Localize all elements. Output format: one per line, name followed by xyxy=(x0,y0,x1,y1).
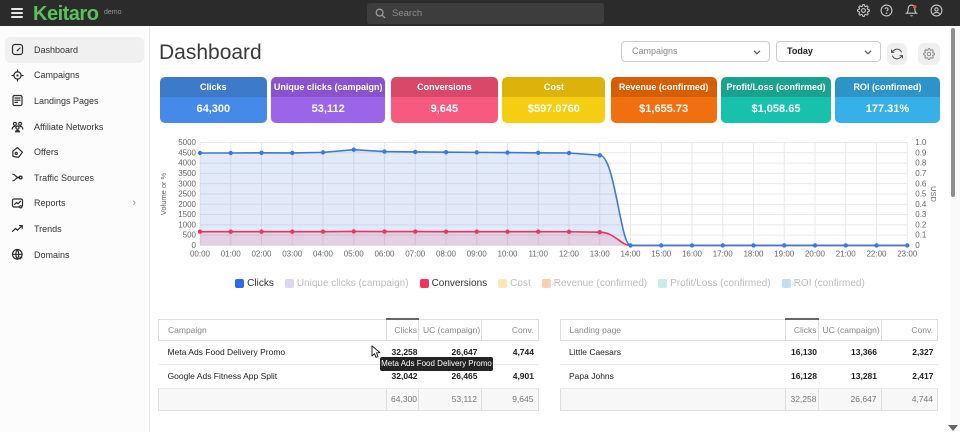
svg-text:03:00: 03:00 xyxy=(282,249,303,258)
svg-text:5000: 5000 xyxy=(178,138,196,147)
svg-text:2500: 2500 xyxy=(178,190,196,199)
svg-text:17:00: 17:00 xyxy=(713,249,734,258)
svg-text:22:00: 22:00 xyxy=(866,249,887,258)
svg-text:12:00: 12:00 xyxy=(559,249,580,258)
svg-text:13:00: 13:00 xyxy=(590,249,611,258)
svg-text:23:00: 23:00 xyxy=(897,249,918,258)
svg-text:USD: USD xyxy=(929,186,938,202)
svg-text:14:00: 14:00 xyxy=(620,249,641,258)
svg-text:11:00: 11:00 xyxy=(529,249,549,258)
svg-text:Volume or %: Volume or % xyxy=(159,172,168,215)
svg-text:01:00: 01:00 xyxy=(221,249,242,258)
svg-text:4500: 4500 xyxy=(178,148,196,157)
svg-text:00:00: 00:00 xyxy=(190,249,211,258)
svg-text:0.1: 0.1 xyxy=(915,231,927,240)
svg-text:07:00: 07:00 xyxy=(405,249,426,258)
svg-text:04:00: 04:00 xyxy=(313,249,334,258)
svg-text:20:00: 20:00 xyxy=(805,249,826,258)
svg-text:0.6: 0.6 xyxy=(915,179,927,188)
svg-text:0.9: 0.9 xyxy=(915,148,927,157)
svg-text:1500: 1500 xyxy=(178,210,196,219)
svg-text:21:00: 21:00 xyxy=(836,249,857,258)
svg-text:02:00: 02:00 xyxy=(251,249,272,258)
svg-text:3000: 3000 xyxy=(178,179,196,188)
svg-text:08:00: 08:00 xyxy=(436,249,457,258)
svg-text:10:00: 10:00 xyxy=(497,249,518,258)
svg-text:500: 500 xyxy=(183,231,197,240)
svg-text:0.5: 0.5 xyxy=(915,190,927,199)
svg-text:05:00: 05:00 xyxy=(344,249,365,258)
svg-text:18:00: 18:00 xyxy=(743,249,764,258)
svg-text:0.3: 0.3 xyxy=(915,210,927,219)
svg-text:1.0: 1.0 xyxy=(915,138,927,147)
svg-text:0.8: 0.8 xyxy=(915,159,927,168)
svg-text:06:00: 06:00 xyxy=(374,249,395,258)
svg-text:2000: 2000 xyxy=(178,200,196,209)
svg-text:3500: 3500 xyxy=(178,169,196,178)
svg-text:0.2: 0.2 xyxy=(915,220,927,229)
svg-text:15:00: 15:00 xyxy=(651,249,672,258)
svg-text:0.7: 0.7 xyxy=(915,169,927,178)
svg-text:16:00: 16:00 xyxy=(682,249,703,258)
svg-text:4000: 4000 xyxy=(178,159,196,168)
svg-text:09:00: 09:00 xyxy=(467,249,488,258)
svg-text:0.4: 0.4 xyxy=(915,200,927,209)
svg-text:1000: 1000 xyxy=(178,220,196,229)
svg-text:19:00: 19:00 xyxy=(774,249,795,258)
